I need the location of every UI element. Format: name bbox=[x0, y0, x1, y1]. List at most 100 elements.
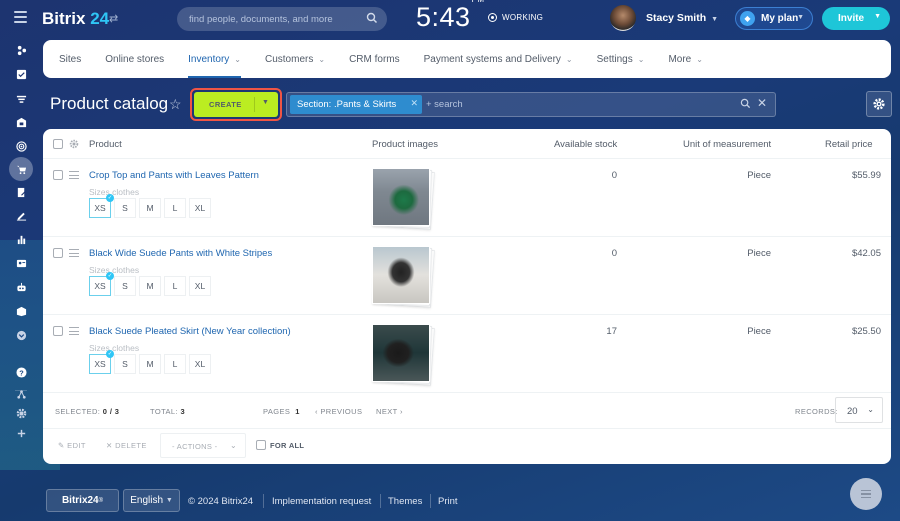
product-image[interactable] bbox=[372, 246, 435, 308]
tab-customers[interactable]: Customers ⌄ bbox=[265, 40, 325, 78]
analytics-icon[interactable] bbox=[11, 229, 31, 249]
user-menu[interactable]: Stacy Smith ▼ bbox=[646, 12, 718, 24]
row-checkbox[interactable] bbox=[53, 326, 63, 336]
page-number[interactable]: 1 bbox=[295, 407, 300, 416]
swap-icon[interactable]: ⇄ bbox=[109, 12, 118, 25]
crm-funnel-icon[interactable] bbox=[11, 89, 31, 109]
filter-search-input[interactable] bbox=[426, 95, 726, 114]
pencil-icon: ✎ bbox=[58, 441, 65, 450]
size-option[interactable]: XS bbox=[89, 194, 114, 218]
add-icon[interactable] bbox=[11, 423, 31, 443]
document-edit-icon[interactable] bbox=[11, 182, 31, 202]
next-page-link[interactable]: NEXT › bbox=[376, 407, 403, 416]
bitrix24-footer-button[interactable]: Bitrix24 ® bbox=[46, 489, 119, 512]
contact-card-icon[interactable] bbox=[11, 253, 31, 273]
table-row[interactable]: Crop Top and Pants with Leaves Pattern S… bbox=[43, 159, 891, 237]
language-select[interactable]: English ▼ bbox=[123, 489, 180, 512]
structure-icon[interactable] bbox=[11, 384, 31, 404]
size-option[interactable]: M bbox=[139, 354, 161, 374]
row-menu-icon[interactable] bbox=[69, 249, 79, 257]
tab-sites[interactable]: Sites bbox=[59, 40, 81, 78]
implementation-request-link[interactable]: Implementation request bbox=[272, 496, 371, 507]
tab-payment-systems-and-delivery[interactable]: Payment systems and Delivery ⌄ bbox=[424, 40, 573, 78]
size-option[interactable]: L bbox=[164, 198, 186, 218]
for-all-toggle[interactable]: FOR ALL bbox=[256, 440, 304, 450]
size-option[interactable]: S bbox=[114, 354, 136, 374]
row-checkbox[interactable] bbox=[53, 248, 63, 258]
sites-icon[interactable] bbox=[11, 40, 31, 60]
target-icon[interactable] bbox=[11, 136, 31, 156]
tasks-icon[interactable] bbox=[11, 64, 31, 84]
product-image[interactable] bbox=[372, 324, 435, 386]
row-checkbox[interactable] bbox=[53, 170, 63, 180]
tab-inventory[interactable]: Inventory ⌄ bbox=[188, 40, 241, 78]
box-icon[interactable] bbox=[11, 301, 31, 321]
product-name-link[interactable]: Black Suede Pleated Skirt (New Year coll… bbox=[89, 326, 291, 337]
more-down-icon[interactable] bbox=[11, 325, 31, 345]
invite-button[interactable]: Invite ▼ bbox=[822, 7, 890, 30]
column-header-product[interactable]: Product bbox=[89, 139, 122, 150]
chat-menu-button[interactable] bbox=[850, 478, 882, 510]
size-option[interactable]: S bbox=[114, 198, 136, 218]
previous-page-link[interactable]: ‹ PREVIOUS bbox=[315, 407, 362, 416]
column-header-price[interactable]: Retail price bbox=[825, 139, 873, 150]
row-menu-icon[interactable] bbox=[69, 171, 79, 179]
size-option[interactable]: XL bbox=[189, 354, 211, 374]
column-settings-icon[interactable] bbox=[69, 139, 79, 149]
delete-button[interactable]: ✕ DELETE bbox=[106, 441, 147, 450]
my-plan-button[interactable]: ◆ My plan ▼ bbox=[735, 7, 813, 30]
tab-settings[interactable]: Settings ⌄ bbox=[597, 40, 645, 78]
size-option[interactable]: M bbox=[139, 276, 161, 296]
table-row[interactable]: Black Wide Suede Pants with White Stripe… bbox=[43, 237, 891, 315]
help-icon[interactable]: ? bbox=[11, 362, 31, 382]
size-option[interactable]: S bbox=[114, 276, 136, 296]
avatar[interactable] bbox=[610, 5, 636, 31]
column-header-unit[interactable]: Unit of measurement bbox=[683, 139, 771, 150]
robot-icon[interactable] bbox=[11, 277, 31, 297]
shop-cart-icon[interactable] bbox=[9, 157, 33, 181]
product-image[interactable] bbox=[372, 168, 435, 230]
size-option[interactable]: XS bbox=[89, 272, 114, 296]
menu-icon[interactable] bbox=[14, 11, 27, 23]
clock[interactable]: 5:43PM bbox=[416, 0, 485, 33]
column-header-images[interactable]: Product images bbox=[372, 139, 438, 150]
tab-online-stores[interactable]: Online stores bbox=[105, 40, 164, 78]
product-name-link[interactable]: Black Wide Suede Pants with White Stripe… bbox=[89, 248, 272, 259]
column-header-stock[interactable]: Available stock bbox=[554, 139, 617, 150]
size-option[interactable]: M bbox=[139, 198, 161, 218]
edit-button[interactable]: ✎ EDIT bbox=[58, 441, 86, 450]
clear-filter-icon[interactable]: ✕ bbox=[757, 96, 767, 110]
actions-select[interactable]: - ACTIONS - ⌄ bbox=[160, 433, 246, 458]
settings-icon[interactable] bbox=[11, 403, 31, 423]
work-status[interactable]: WORKING bbox=[488, 13, 543, 22]
for-all-checkbox[interactable] bbox=[256, 440, 266, 450]
tab-crm-forms[interactable]: CRM forms bbox=[349, 40, 400, 78]
bank-icon[interactable] bbox=[11, 112, 31, 132]
size-option[interactable]: XL bbox=[189, 276, 211, 296]
size-option[interactable]: XL bbox=[189, 198, 211, 218]
grid-settings-button[interactable] bbox=[866, 91, 892, 117]
unit-of-measurement: Piece bbox=[747, 248, 771, 259]
table-row[interactable]: Black Suede Pleated Skirt (New Year coll… bbox=[43, 315, 891, 393]
row-menu-icon[interactable] bbox=[69, 327, 79, 335]
create-button[interactable]: CREATE ▼ bbox=[194, 92, 278, 117]
themes-link[interactable]: Themes bbox=[388, 496, 422, 507]
size-option[interactable]: L bbox=[164, 354, 186, 374]
logo[interactable]: Bitrix 24 bbox=[42, 9, 109, 29]
remove-chip-icon[interactable]: ✕ bbox=[410, 98, 418, 109]
size-option[interactable]: L bbox=[164, 276, 186, 296]
search-icon[interactable] bbox=[366, 12, 378, 24]
search-input[interactable] bbox=[189, 7, 359, 31]
search-icon[interactable] bbox=[740, 98, 751, 109]
tab-more[interactable]: More ⌄ bbox=[668, 40, 703, 78]
star-icon[interactable]: ☆ bbox=[169, 96, 182, 113]
records-per-page-select[interactable]: 20 ⌄ bbox=[835, 397, 883, 423]
size-option[interactable]: XS bbox=[89, 350, 114, 374]
filter-chip[interactable]: Section: .Pants & Skirts ✕ bbox=[290, 95, 422, 114]
create-dropdown-icon[interactable]: ▼ bbox=[262, 99, 269, 106]
gear-icon bbox=[873, 98, 885, 110]
product-name-link[interactable]: Crop Top and Pants with Leaves Pattern bbox=[89, 170, 259, 181]
select-all-checkbox[interactable] bbox=[53, 139, 63, 149]
print-link[interactable]: Print bbox=[438, 496, 458, 507]
signature-icon[interactable] bbox=[11, 205, 31, 225]
